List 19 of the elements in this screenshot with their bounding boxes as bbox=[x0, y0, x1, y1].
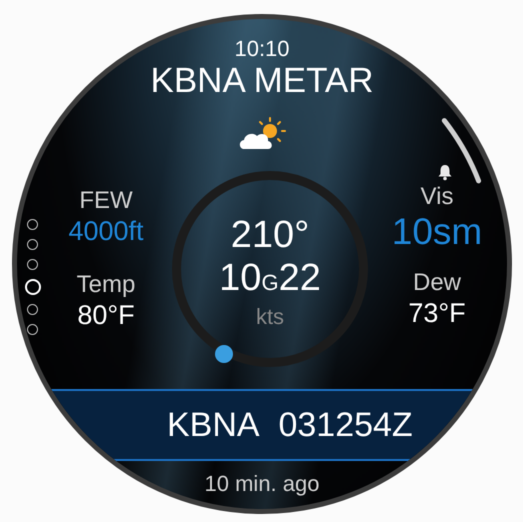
cloud-base-value: 4000ft bbox=[68, 215, 144, 247]
temperature-label: Temp bbox=[76, 271, 136, 299]
screen-title: KBNA METAR bbox=[150, 61, 374, 101]
partly-sunny-icon bbox=[238, 117, 286, 151]
wind-direction-dot bbox=[215, 345, 233, 363]
temperature-value: 80°F bbox=[77, 299, 135, 331]
wind-unit: kts bbox=[256, 305, 284, 329]
visibility-value: 10sm bbox=[392, 211, 482, 253]
report-age: 10 min. ago bbox=[204, 471, 320, 497]
wind-speed: 10G22 bbox=[219, 256, 321, 301]
clock-time: 10:10 bbox=[234, 37, 290, 61]
report-id: KBNA 031254Z bbox=[167, 406, 413, 444]
dewpoint-label: Dew bbox=[412, 269, 461, 297]
visibility-label: Vis bbox=[420, 183, 454, 211]
wind-direction: 210° bbox=[230, 214, 310, 256]
dewpoint-value: 73°F bbox=[408, 297, 466, 329]
bell-icon bbox=[437, 163, 453, 181]
scroll-indicator bbox=[440, 117, 483, 185]
cloud-cover-label: FEW bbox=[79, 187, 133, 215]
